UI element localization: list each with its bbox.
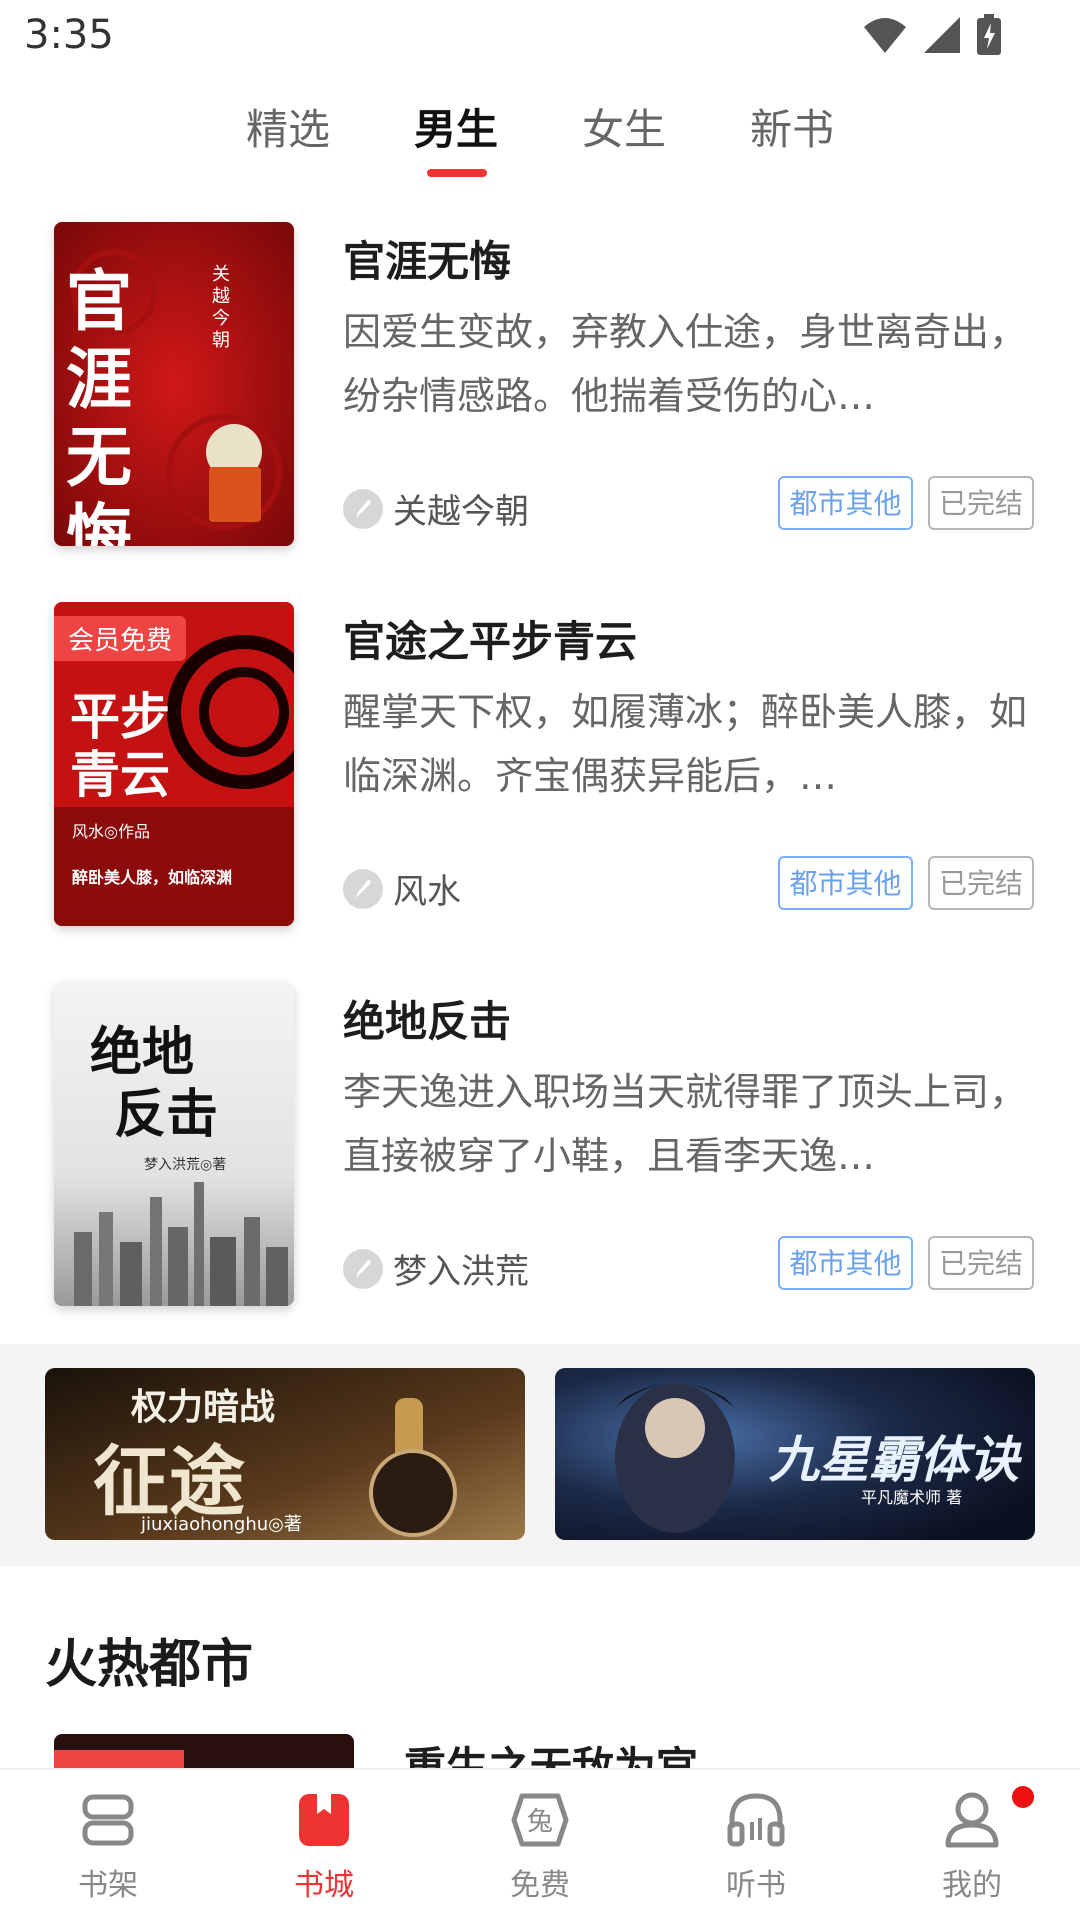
- nav-label: 听书: [726, 1868, 786, 1903]
- book-description: 醒掌天下权，如履薄冰；醉卧美人膝，如临深渊。齐宝偶获异能后，…: [343, 690, 1028, 798]
- genre-tag: 都市其他: [778, 476, 913, 530]
- free-icon: 兔: [511, 1793, 569, 1847]
- banner-big-title: 九星霸体诀: [769, 1431, 1019, 1489]
- promo-banner-strip: 权力暗战 征途 jiuxiaohonghu◎著 九星霸体诀 平凡魔术师 著: [0, 1344, 1080, 1566]
- genre-tag: 都市其他: [778, 856, 913, 910]
- book-item[interactable]: 绝地 反击 梦入洪荒◎著 绝地反击 李天逸进入职场当天就得罪了顶头上司，直接被穿…: [0, 982, 1080, 1312]
- cover-tagline-art: 醉卧美人膝，如临深渊: [72, 868, 233, 887]
- promo-banner-left[interactable]: 权力暗战 征途 jiuxiaohonghu◎著: [45, 1368, 525, 1540]
- status-icons: [862, 14, 1002, 56]
- book-title[interactable]: 绝地反击: [343, 988, 511, 1049]
- tab-female[interactable]: 女生: [554, 96, 694, 157]
- profile-icon: [945, 1792, 999, 1848]
- book-title[interactable]: 重生之无敌为官: [404, 1734, 698, 1770]
- bookshelf-icon: [82, 1794, 134, 1846]
- author-icon: [343, 1248, 383, 1289]
- status-tag: 已完结: [928, 476, 1034, 530]
- tab-new-books[interactable]: 新书: [722, 96, 862, 157]
- tab-male[interactable]: 男生: [386, 96, 526, 157]
- book-cover[interactable]: 官涯无悔 关越今朝: [54, 222, 294, 546]
- cover-title-art: 平步 青云: [70, 688, 170, 804]
- bottom-navigation: 书架 书城 兔 免费 听书 我的: [0, 1768, 1080, 1920]
- battery-icon: [977, 14, 1001, 55]
- status-tag: 已完结: [928, 1236, 1034, 1290]
- book-description: 因爱生变故，弃教入仕途，身世离奇出，纷杂情感路。他揣着受伤的心…: [343, 310, 1028, 418]
- author-row: 风水: [343, 864, 461, 913]
- book-item[interactable]: 会员免费 平步 青云 风水◎作品 醉卧美人膝，如临深渊 官途之平步青云 醒掌天下…: [0, 602, 1080, 932]
- notification-dot: [1012, 1786, 1034, 1808]
- cover-author-art: 风水◎作品: [72, 822, 150, 841]
- nav-label: 书架: [78, 1868, 138, 1903]
- author-name: 梦入洪荒: [393, 1252, 529, 1292]
- section-title: 火热都市: [45, 1635, 254, 1695]
- banner-author: 平凡魔术师 著: [861, 1488, 963, 1507]
- active-tab-indicator: [427, 169, 487, 177]
- book-description: 李天逸进入职场当天就得罪了顶头上司，直接被穿了小鞋，且看李天逸…: [343, 1070, 1028, 1178]
- cover-title-art: 官涯无悔: [66, 262, 132, 546]
- nav-label: 我的: [942, 1868, 1002, 1903]
- cover-title-art: 绝地 反击: [90, 1022, 219, 1145]
- status-tag: 已完结: [928, 856, 1034, 910]
- headphones-icon: [727, 1793, 785, 1847]
- book-title[interactable]: 官途之平步青云: [343, 608, 637, 669]
- genre-tag: 都市其他: [778, 1236, 913, 1290]
- cover-author-art: 梦入洪荒◎著: [144, 1157, 227, 1173]
- svg-text:兔: 兔: [527, 1807, 553, 1837]
- status-time: 3:35: [24, 12, 114, 58]
- wifi-icon: [864, 18, 906, 53]
- book-cover[interactable]: 会员免费 平步 青云 风水◎作品 醉卧美人膝，如临深渊: [54, 602, 294, 926]
- nav-bookshelf[interactable]: 书架: [38, 1788, 178, 1904]
- nav-free[interactable]: 兔 免费: [470, 1788, 610, 1904]
- tab-featured[interactable]: 精选: [218, 96, 358, 157]
- signal-icon: [924, 17, 960, 53]
- cover-author-art: 关越今朝: [212, 264, 230, 351]
- author-icon: [343, 868, 383, 909]
- status-bar: 3:35: [0, 0, 1080, 74]
- author-icon: [343, 488, 383, 529]
- author-row: 关越今朝: [343, 484, 529, 533]
- nav-bookstore[interactable]: 书城: [254, 1788, 394, 1904]
- category-tabs: 精选 男生 女生 新书: [0, 96, 1080, 186]
- book-cover[interactable]: 绝地 反击 梦入洪荒◎著: [54, 982, 294, 1306]
- book-item[interactable]: 官涯无悔 关越今朝 官涯无悔 因爱生变故，弃教入仕途，身世离奇出，纷杂情感路。他…: [0, 222, 1080, 552]
- author-row: 梦入洪荒: [343, 1244, 529, 1293]
- author-name: 风水: [393, 872, 461, 912]
- author-name: 关越今朝: [393, 492, 529, 532]
- nav-label: 免费: [510, 1868, 570, 1903]
- bookstore-icon: [299, 1794, 349, 1846]
- nav-audiobook[interactable]: 听书: [686, 1788, 826, 1904]
- banner-author: jiuxiaohonghu◎著: [141, 1514, 302, 1535]
- nav-label: 书城: [294, 1868, 354, 1903]
- vip-free-badge: 会员免费: [54, 616, 187, 661]
- promo-banner-right[interactable]: 九星霸体诀 平凡魔术师 著: [555, 1368, 1035, 1540]
- book-title[interactable]: 官涯无悔: [343, 228, 511, 289]
